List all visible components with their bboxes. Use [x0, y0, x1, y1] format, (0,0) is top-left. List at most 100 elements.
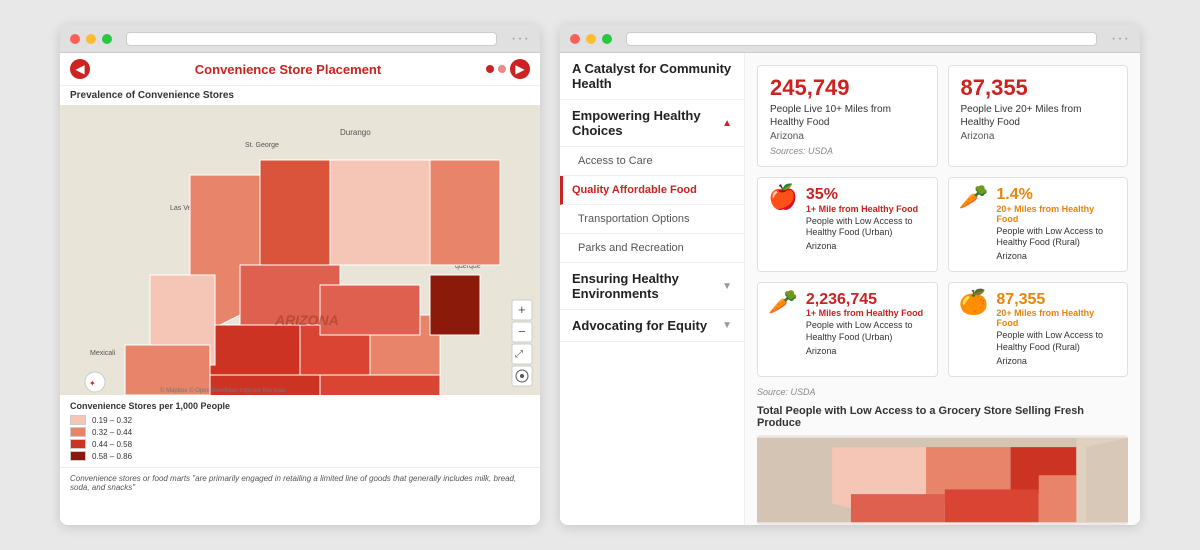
- icon-stat-info-35pct: 35% 1+ Mile from Healthy Food People wit…: [806, 186, 927, 253]
- icon-stat-87k-bottom: 🍊 87,355 20+ Miles from Healthy Food Peo…: [948, 282, 1129, 377]
- stat-card-245k: 245,749 People Live 10+ Miles from Healt…: [757, 65, 938, 167]
- svg-text:© Mapbox © OpenStreetMap Imp: © Mapbox © OpenStreetMap Improve this ma…: [160, 387, 286, 394]
- icon-stat-row-1: 🍎 35% 1+ Mile from Healthy Food People w…: [757, 177, 1128, 272]
- legend-color-2: [70, 427, 86, 437]
- carrot-icon-2: 🥕: [768, 291, 798, 315]
- svg-text:⤢: ⤢: [515, 349, 523, 360]
- icon-stat-info-1pt4: 1.4% 20+ Miles from Healthy Food People …: [996, 186, 1117, 263]
- stat-1pt4pct: 1.4%: [996, 186, 1117, 204]
- top-stats-row: 245,749 People Live 10+ Miles from Healt…: [757, 65, 1128, 167]
- sidebar-item-parks[interactable]: Parks and Recreation: [560, 234, 744, 263]
- close-dot-right[interactable]: [570, 34, 580, 44]
- apple-icon: 🍎: [768, 186, 798, 210]
- svg-text:Mexicali: Mexicali: [90, 350, 116, 357]
- sidebar-item-quality-food[interactable]: Quality Affordable Food: [560, 176, 744, 205]
- arrow-down-icon-1: ▼: [722, 281, 732, 292]
- legend-item-1: 0.19 – 0.32: [70, 415, 530, 425]
- sidebar-item-ensuring[interactable]: Ensuring Healthy Environments ▼: [560, 263, 744, 310]
- arrow-down-icon-2: ▼: [722, 320, 732, 331]
- sidebar-item-access[interactable]: Access to Care: [560, 147, 744, 176]
- menu-dots-right[interactable]: ···: [1111, 30, 1130, 48]
- icon-stat-1pt4pct: 🥕 1.4% 20+ Miles from Healthy Food Peopl…: [948, 177, 1129, 272]
- svg-text:✦: ✦: [89, 379, 96, 388]
- stat-2m: 2,236,745: [806, 291, 927, 309]
- stat-number-87k-top: 87,355: [961, 76, 1116, 100]
- stat-location-1: Arizona: [770, 131, 925, 142]
- sidebar-item-catalyst[interactable]: A Catalyst for Community Health: [560, 53, 744, 100]
- stat-loc-1pt4: Arizona: [996, 251, 1117, 263]
- map-header: ◀ Convenience Store Placement ▶: [60, 53, 540, 86]
- legend-color-4: [70, 451, 86, 461]
- legend-title: Convenience Stores per 1,000 People: [70, 401, 530, 411]
- svg-text:ARIZONA: ARIZONA: [274, 312, 339, 328]
- stat-number-245k: 245,749: [770, 76, 925, 100]
- orange-icon: 🍊: [959, 291, 989, 315]
- svg-text:−: −: [518, 324, 526, 339]
- minimize-dot-right[interactable]: [586, 34, 596, 44]
- icon-stat-2m: 🥕 2,236,745 1+ Miles from Healthy Food P…: [757, 282, 938, 377]
- stat-35pct: 35%: [806, 186, 927, 204]
- legend-item-4: 0.58 – 0.86: [70, 451, 530, 461]
- svg-text:St. George: St. George: [245, 142, 279, 149]
- stat-card-87k-top: 87,355 People Live 20+ Miles from Health…: [948, 65, 1129, 167]
- stat-desc-87k-b: People with Low Access to Healthy Food (…: [996, 330, 1117, 353]
- url-bar-left[interactable]: [126, 32, 497, 46]
- carrot-icon-1: 🥕: [959, 186, 989, 210]
- right-titlebar: ···: [560, 25, 1140, 53]
- data-panel: 245,749 People Live 10+ Miles from Healt…: [745, 53, 1140, 525]
- legend-color-3: [70, 439, 86, 449]
- sidebar-item-advocating[interactable]: Advocating for Equity ▼: [560, 310, 744, 342]
- next-arrow[interactable]: ▶: [510, 59, 530, 79]
- stat-desc-35pct: People with Low Access to Healthy Food (…: [806, 216, 927, 239]
- stat-sub-20mile: 20+ Miles from Healthy Food: [996, 204, 1117, 224]
- legend-area: Convenience Stores per 1,000 People 0.19…: [60, 395, 540, 467]
- dot-indicator2: [498, 65, 506, 73]
- legend-item-3: 0.44 – 0.58: [70, 439, 530, 449]
- left-browser-window: ··· ◀ Convenience Store Placement ▶ Prev…: [60, 25, 540, 525]
- stat-loc-35pct: Arizona: [806, 241, 927, 253]
- legend-item-2: 0.32 – 0.44: [70, 427, 530, 437]
- stat-sub-20mile-2: 20+ Miles from Healthy Food: [996, 308, 1117, 328]
- icon-stat-35pct: 🍎 35% 1+ Mile from Healthy Food People w…: [757, 177, 938, 272]
- url-bar-right[interactable]: [626, 32, 1097, 46]
- stat-sub-1mile: 1+ Mile from Healthy Food: [806, 204, 927, 214]
- icon-stat-info-87k: 87,355 20+ Miles from Healthy Food Peopl…: [996, 291, 1117, 368]
- stat-loc-87k-b: Arizona: [996, 356, 1117, 368]
- svg-text:Durango: Durango: [340, 128, 371, 137]
- icon-stat-row-2: 🥕 2,236,745 1+ Miles from Healthy Food P…: [757, 282, 1128, 377]
- sidebar-item-transportation[interactable]: Transportation Options: [560, 205, 744, 234]
- legend-label-3: 0.44 – 0.58: [92, 440, 132, 449]
- stat-desc-245k: People Live 10+ Miles from Healthy Food: [770, 103, 925, 129]
- dot-indicator1: [486, 65, 494, 73]
- stat-desc-1pt4: People with Low Access to Healthy Food (…: [996, 226, 1117, 249]
- arrow-up-icon: ▲: [722, 118, 732, 129]
- legend-color-1: [70, 415, 86, 425]
- close-dot[interactable]: [70, 34, 80, 44]
- stat-87k-bottom: 87,355: [996, 291, 1117, 309]
- svg-text:+: +: [518, 302, 526, 317]
- sidebar: A Catalyst for Community Health Empoweri…: [560, 53, 745, 525]
- legend-label-4: 0.58 – 0.86: [92, 452, 132, 461]
- prev-arrow[interactable]: ◀: [70, 59, 90, 79]
- stat-location-2: Arizona: [961, 131, 1116, 142]
- minimize-dot[interactable]: [86, 34, 96, 44]
- left-titlebar: ···: [60, 25, 540, 53]
- mini-map: [757, 435, 1128, 525]
- legend-label-1: 0.19 – 0.32: [92, 416, 132, 425]
- right-browser-window: ··· A Catalyst for Community Health Empo…: [560, 25, 1140, 525]
- legend-items: 0.19 – 0.32 0.32 – 0.44 0.44 – 0.58 0.58…: [70, 415, 530, 461]
- stat-loc-2m: Arizona: [806, 346, 927, 358]
- maximize-dot-right[interactable]: [602, 34, 612, 44]
- data-source: Source: USDA: [757, 387, 1128, 397]
- stat-desc-87k: People Live 20+ Miles from Healthy Food: [961, 103, 1116, 129]
- menu-dots-left[interactable]: ···: [511, 30, 530, 48]
- maximize-dot[interactable]: [102, 34, 112, 44]
- map-area: Durango St. George Las Vegas Gallup Albu…: [60, 105, 540, 395]
- left-content-area: ◀ Convenience Store Placement ▶ Prevalen…: [60, 53, 540, 525]
- map-footer: Convenience stores or food marts "are pr…: [60, 467, 540, 498]
- mini-map-title: Total People with Low Access to a Grocer…: [757, 405, 1128, 429]
- icon-stat-info-2m: 2,236,745 1+ Miles from Healthy Food Peo…: [806, 291, 927, 358]
- right-content: A Catalyst for Community Health Empoweri…: [560, 53, 1140, 525]
- sidebar-item-empowering[interactable]: Empowering Healthy Choices ▲: [560, 100, 744, 147]
- map-title: Convenience Store Placement: [195, 62, 381, 77]
